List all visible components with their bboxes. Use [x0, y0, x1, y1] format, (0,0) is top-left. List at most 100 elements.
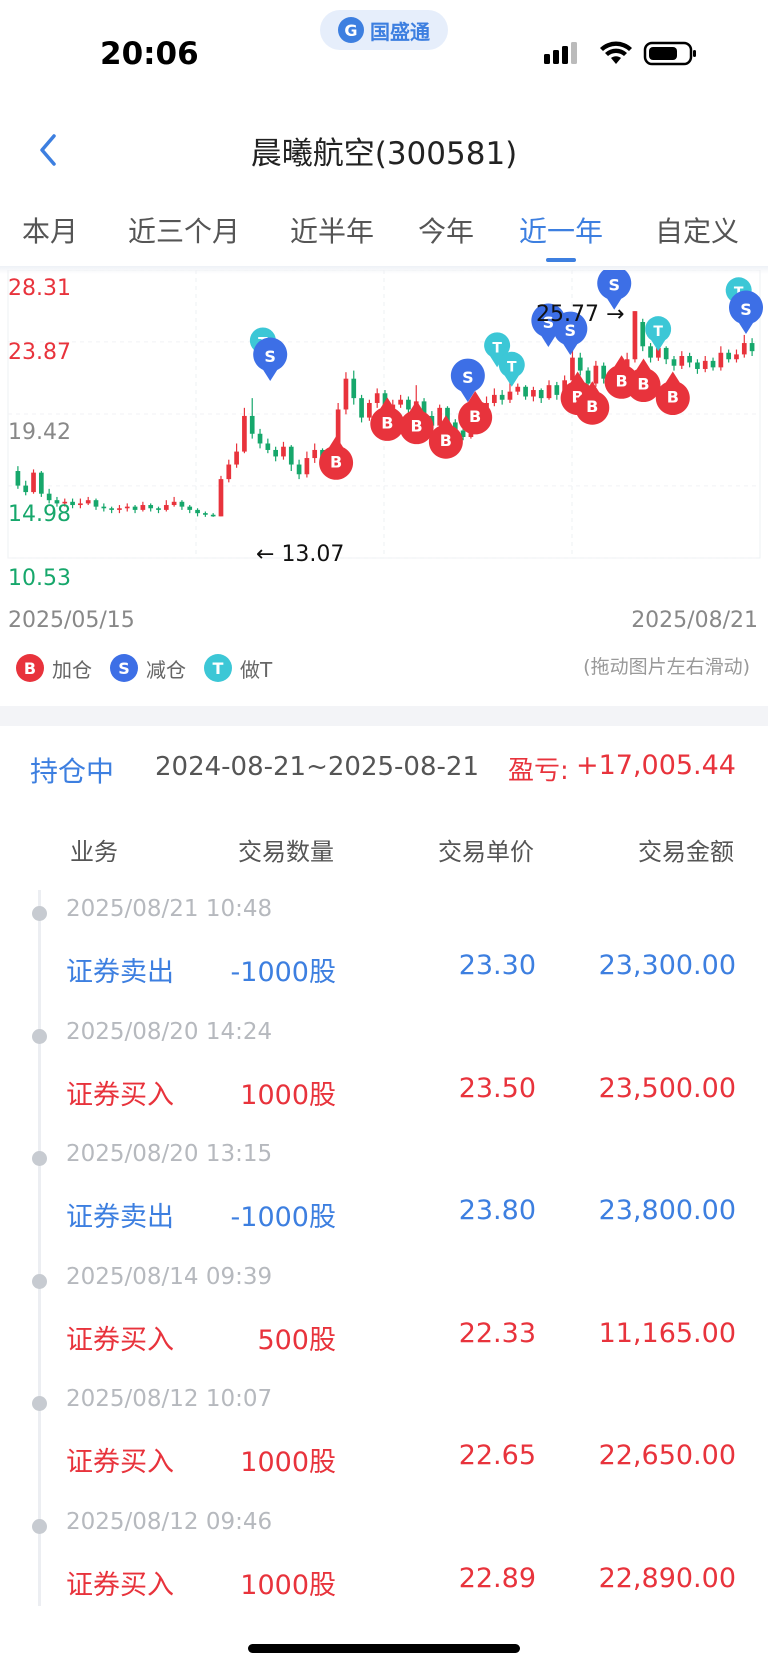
candle-body: [265, 443, 271, 450]
candle-body: [148, 505, 154, 509]
candle-body: [687, 356, 692, 363]
tab-this-year[interactable]: 今年: [396, 200, 496, 264]
candle-body: [367, 402, 372, 418]
trade-business: 证券买入: [66, 1447, 174, 1478]
candle-body: [257, 433, 263, 444]
pl-value: +17,005.44: [575, 750, 736, 781]
candle-body: [671, 359, 677, 366]
timeline-dot: [32, 1396, 47, 1411]
trade-quantity: 1000股: [240, 1569, 336, 1601]
trade-record[interactable]: 2025/08/12 09:46 证券买入 1000股 22.89 22,890…: [0, 1499, 768, 1622]
period-tabs: 本月 近三个月 近半年 今年 近一年 自定义: [0, 200, 768, 264]
high-price-value: 25.77: [536, 302, 599, 327]
drag-hint: (拖动图片左右滑动): [583, 656, 750, 678]
low-price-value: 13.07: [281, 542, 345, 567]
legend-item-t: T 做T: [204, 654, 272, 683]
candle-body: [140, 505, 146, 510]
candle-body: [31, 472, 36, 493]
holding-date-range: 2024-08-21~2025-08-21: [155, 752, 479, 782]
candle-body: [273, 449, 278, 457]
trade-price: 22.33: [458, 1317, 536, 1349]
candle-body: [195, 509, 200, 514]
carrier-name: 国盛通: [370, 19, 430, 44]
kline-svg[interactable]: TSBBBBSBTTSSBBSBBTBTS: [0, 270, 768, 600]
candle-body: [492, 394, 497, 403]
kline-chart[interactable]: TSBBBBSBTTSSBBSBBTBTS 28.31 23.87 19.42 …: [0, 270, 768, 610]
candle-body: [38, 472, 44, 494]
holding-summary: 持仓中 2024-08-21~2025-08-21 盈亏: +17,005.44: [0, 726, 768, 816]
candle-body: [726, 352, 732, 360]
timeline-dot: [32, 1273, 47, 1289]
trade-time: 2025/08/12 10:07: [66, 1386, 273, 1412]
trade-business: 证券卖出: [66, 1202, 174, 1233]
candle-body: [249, 415, 255, 434]
t-trade-marker: T: [645, 316, 672, 352]
trade-amount: 23,300.00: [598, 950, 736, 981]
header-price: 交易单价: [438, 838, 534, 866]
candle-body: [749, 343, 755, 352]
trade-time: 2025/08/21 10:48: [66, 896, 273, 922]
trade-price: 23.50: [458, 1072, 536, 1104]
y-label-high: 28.31: [8, 276, 71, 301]
trade-amount: 11,165.00: [598, 1317, 736, 1349]
candle-body: [85, 500, 91, 504]
t-trade-marker: T: [498, 351, 525, 387]
candle-body: [570, 357, 575, 381]
tab-one-year[interactable]: 近一年: [496, 200, 626, 264]
trade-price: 23.80: [458, 1195, 536, 1226]
y-label-mid1: 23.87: [8, 340, 71, 365]
trade-record[interactable]: 2025/08/20 14:24 证券买入 1000股 23.50 23,500…: [0, 1009, 768, 1132]
tab-three-months[interactable]: 近三个月: [100, 200, 268, 264]
marker-label: S: [462, 368, 474, 387]
legend-label: 做T: [240, 657, 273, 682]
home-indicator: [248, 1644, 520, 1653]
status-bar: 20:06 G 国盛通: [0, 0, 768, 110]
tab-this-month[interactable]: 本月: [0, 200, 100, 264]
candle-body: [507, 391, 513, 400]
carrier-logo-icon: G: [338, 17, 364, 43]
candle-body: [710, 360, 716, 368]
marker-label: S: [740, 300, 752, 319]
tab-custom[interactable]: 自定义: [626, 200, 768, 264]
candle-body: [304, 458, 310, 475]
candle-body: [648, 346, 653, 358]
trade-quantity: 500股: [257, 1324, 336, 1356]
trade-record[interactable]: 2025/08/20 13:15 证券卖出 -1000股 23.80 23,80…: [0, 1131, 768, 1254]
trade-price: 22.89: [458, 1562, 536, 1594]
marker-label: B: [586, 397, 598, 416]
candle-body: [546, 385, 552, 399]
tab-label: 今年: [417, 215, 474, 248]
buy-marker: B: [626, 358, 661, 403]
tab-label: 近一年: [518, 215, 603, 248]
trade-record[interactable]: 2025/08/12 10:07 证券买入 1000股 22.65 22,650…: [0, 1376, 768, 1499]
candle-body: [398, 399, 403, 405]
sell-marker: S: [729, 290, 763, 335]
candle-body: [117, 508, 122, 510]
candle-body: [109, 508, 114, 510]
marker-label: T: [653, 324, 663, 340]
y-label-low: 10.53: [8, 566, 71, 591]
carrier-pill: G 国盛通: [320, 10, 448, 50]
trade-quantity: 1000股: [240, 1079, 336, 1111]
candle-body: [156, 508, 161, 510]
trade-record[interactable]: 2025/08/21 10:48 证券卖出 -1000股 23.30 23,30…: [0, 886, 768, 1009]
candle-body: [741, 343, 747, 355]
chart-legend: B 加仓 S 减仓 T 做T: [16, 650, 272, 686]
trade-record[interactable]: 2025/08/14 09:39 证券买入 500股 22.33 11,165.…: [0, 1254, 768, 1377]
buy-marker-icon: B: [16, 654, 44, 682]
marker-label: B: [440, 431, 452, 450]
candle-body: [359, 398, 364, 418]
marker-label: B: [381, 413, 393, 432]
holding-status: 持仓中: [30, 755, 115, 788]
chart-start-date: 2025/05/15: [8, 608, 135, 633]
candle-body: [343, 378, 349, 410]
legend-label: 减仓: [146, 657, 186, 682]
high-price-callout: 25.77 →: [536, 302, 624, 327]
marker-label: T: [507, 360, 517, 376]
trade-time: 2025/08/12 09:46: [66, 1508, 273, 1535]
trade-time: 2025/08/20 14:24: [66, 1018, 273, 1045]
trade-price: 22.65: [458, 1440, 536, 1471]
candle-body: [46, 493, 52, 501]
tab-half-year[interactable]: 近半年: [268, 200, 396, 264]
candle-body: [288, 446, 294, 465]
